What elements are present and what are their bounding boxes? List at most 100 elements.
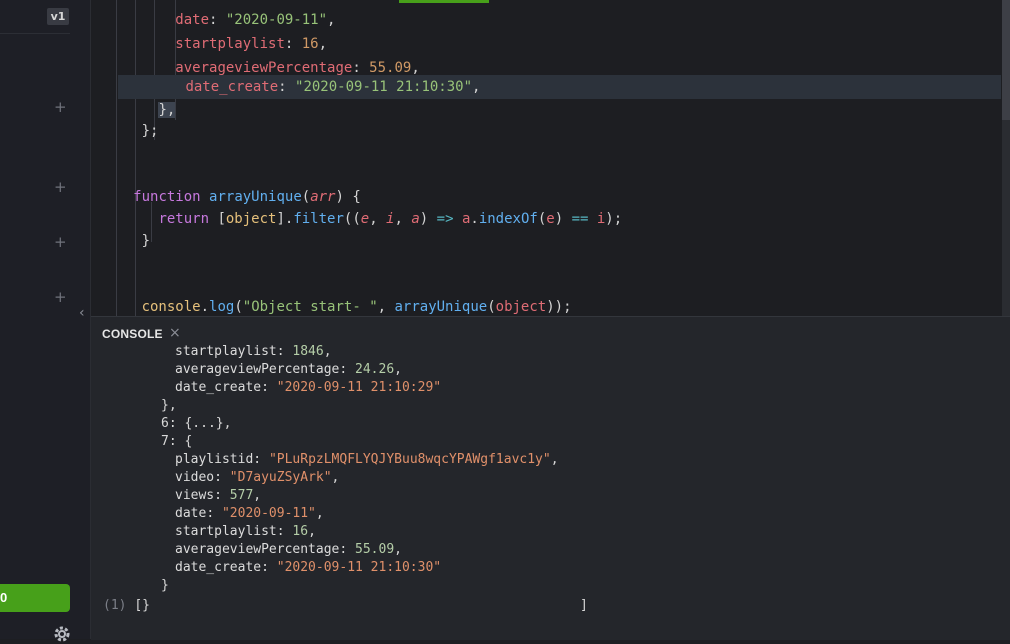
code-value: 16 — [301, 36, 319, 52]
console-value: "PLuRpzLMQFLYQJYBuu8wqcYPAWgf1avc1y" — [268, 452, 551, 467]
code-key: averageviewPercentage — [175, 60, 353, 76]
code-function-name: arrayUnique — [209, 189, 302, 205]
console-line: views: 577, — [175, 488, 262, 503]
console-line: startplaylist: 1846, — [175, 345, 332, 359]
code-line: function arrayUnique(arr) { — [133, 189, 361, 205]
add-plus-icon[interactable]: + — [54, 290, 67, 305]
code-punctuation: , — [472, 79, 481, 95]
run-button[interactable]: 0 — [0, 584, 70, 612]
code-method: indexOf — [478, 211, 538, 227]
code-close-brace: }, — [158, 102, 176, 118]
console-punctuation: , — [315, 506, 324, 521]
console-line: 6: {...}, — [161, 416, 232, 431]
code-close-array: }; — [141, 123, 159, 139]
console-punctuation: , — [550, 452, 559, 467]
code-value: "2020-09-11" — [225, 12, 328, 28]
console-line: date: "2020-09-11", — [175, 506, 324, 521]
code-keyword: return — [158, 211, 210, 227]
console-key: date_create — [175, 380, 262, 395]
scrollbar-thumb[interactable] — [1002, 0, 1010, 120]
console-punctuation: , — [331, 470, 340, 485]
console-line: video: "D7ayuZSyArk", — [175, 470, 340, 485]
code-value: "2020-09-11 21:10:30" — [295, 79, 473, 95]
run-button-label: 0 — [0, 590, 8, 605]
result-count: (1) — [103, 598, 127, 613]
code-punctuation: , — [411, 60, 420, 76]
code-identifier: object — [225, 211, 277, 227]
add-plus-icon[interactable]: + — [54, 180, 67, 195]
code-identifier: i — [596, 211, 606, 227]
console-key: averageviewPercentage — [175, 542, 340, 557]
code-param: arr — [310, 189, 336, 205]
console-key: date — [175, 506, 207, 521]
code-param: a — [411, 211, 420, 227]
console-panel: CONSOLE × startplaylist: 1846, averagevi… — [91, 316, 1010, 640]
console-value: "2020-09-11" — [221, 506, 316, 521]
console-line: startplaylist: 16, — [175, 524, 316, 539]
console-result-close: ] — [580, 598, 588, 613]
console-punctuation: , — [394, 362, 402, 377]
code-editor[interactable]: date: "2020-09-11", startplaylist: 16, a… — [91, 0, 1010, 316]
code-line: startplaylist: 16, — [175, 36, 328, 52]
active-tab-indicator — [399, 0, 489, 3]
console-key: date_create — [175, 560, 262, 575]
console-punctuation: , — [323, 345, 332, 359]
sidebar: v1 + + + + ‹ 0 — [0, 0, 91, 642]
console-value: "2020-09-11 21:10:29" — [276, 380, 442, 395]
console-output[interactable]: startplaylist: 1846, averageviewPercenta… — [91, 345, 1010, 615]
console-punctuation: , — [253, 488, 262, 503]
code-identifier: e — [546, 211, 555, 227]
console-close-icon[interactable]: × — [169, 325, 181, 341]
code-identifier: console — [141, 299, 201, 315]
code-method: log — [209, 299, 235, 315]
code-param: i — [386, 211, 395, 227]
code-value: 55.09 — [369, 60, 412, 76]
code-key: date_create — [185, 79, 279, 95]
console-line: 7: { — [161, 434, 193, 449]
console-line: date_create: "2020-09-11 21:10:30" — [175, 560, 442, 575]
console-line: averageviewPercentage: 55.09, — [175, 542, 402, 557]
code-line-current: date_create: "2020-09-11 21:10:30", — [118, 75, 1001, 99]
code-line: return [object].filter((e, i, a) => a.in… — [158, 211, 623, 227]
result-value: [} — [134, 598, 150, 613]
code-key: startplaylist — [175, 36, 285, 52]
code-method: filter — [293, 211, 344, 227]
code-close-brace: } — [141, 233, 151, 249]
editor-scrollbar[interactable] — [1002, 0, 1010, 316]
code-line: console.log("Object start- ", arrayUniqu… — [141, 299, 572, 315]
code-line: } — [91, 229, 1001, 253]
console-key: playlistid — [175, 452, 254, 467]
console-value: 16 — [292, 524, 309, 539]
collapse-chevron-left-icon[interactable]: ‹ — [79, 305, 85, 321]
code-function-call: arrayUnique — [394, 299, 488, 315]
console-punctuation: , — [394, 542, 402, 557]
code-identifier: object — [495, 299, 547, 315]
console-punctuation: , — [308, 524, 316, 539]
add-plus-icon[interactable]: + — [54, 100, 67, 115]
code-punctuation: { — [343, 189, 361, 205]
code-identifier: a — [461, 211, 471, 227]
add-plus-icon[interactable]: + — [54, 235, 67, 250]
console-result[interactable]: (1) [} — [103, 597, 150, 615]
console-value: 577 — [229, 488, 254, 503]
console-value: 55.09 — [355, 542, 395, 557]
version-badge[interactable]: v1 — [47, 8, 69, 25]
code-string: "Object start- " — [242, 299, 378, 315]
code-param: e — [360, 211, 370, 227]
console-line: averageviewPercentage: 24.26, — [175, 362, 402, 377]
code-line: }; — [91, 119, 1001, 143]
gear-icon[interactable] — [52, 624, 72, 644]
console-line: playlistid: "PLuRpzLMQFLYQJYBuu8wqcYPAWg… — [175, 452, 559, 467]
console-key: startplaylist — [175, 345, 277, 359]
console-value: "D7ayuZSyArk" — [229, 470, 332, 485]
console-line: }, — [161, 398, 177, 413]
console-value: 24.26 — [355, 362, 395, 377]
console-value: 1846 — [292, 345, 324, 359]
code-key: date — [175, 12, 210, 28]
console-key: startplaylist — [175, 524, 277, 539]
console-key: averageviewPercentage — [175, 362, 340, 377]
console-line: date_create: "2020-09-11 21:10:29" — [175, 380, 442, 395]
code-keyword: function — [133, 189, 201, 205]
code-punctuation: , — [327, 12, 336, 28]
code-punctuation: , — [318, 36, 328, 52]
